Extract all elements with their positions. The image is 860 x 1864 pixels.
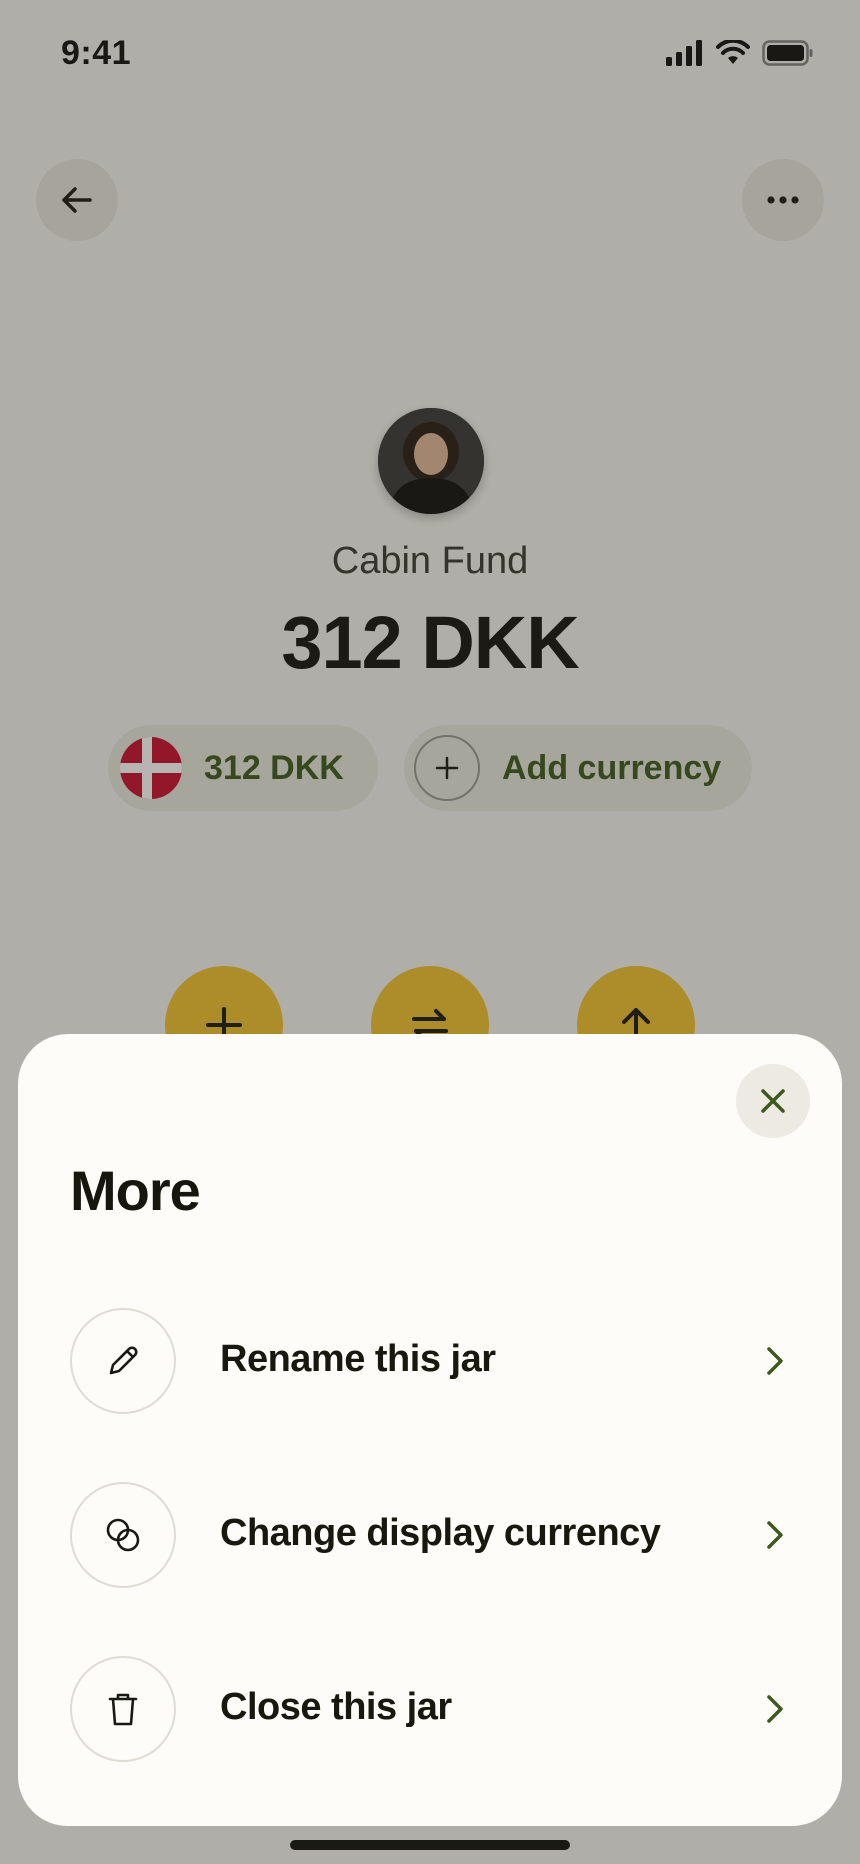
- currency-exchange-icon: [70, 1482, 176, 1588]
- more-options-sheet: More Rename this jar Change display curr…: [18, 1034, 842, 1826]
- close-icon: [761, 1089, 785, 1113]
- menu-item-label: Rename this jar: [220, 1338, 496, 1380]
- pencil-icon: [70, 1308, 176, 1414]
- home-indicator[interactable]: [290, 1840, 570, 1850]
- menu-item-rename-jar[interactable]: Rename this jar: [18, 1308, 842, 1416]
- chevron-right-icon: [767, 1695, 783, 1723]
- menu-item-change-display-currency[interactable]: Change display currency: [18, 1482, 842, 1590]
- menu-item-label: Close this jar: [220, 1686, 452, 1728]
- close-sheet-button[interactable]: [736, 1064, 810, 1138]
- sheet-title: More: [70, 1159, 201, 1222]
- chevron-right-icon: [767, 1347, 783, 1375]
- menu-item-label: Change display currency: [220, 1512, 661, 1554]
- menu-item-close-jar[interactable]: Close this jar: [18, 1656, 842, 1764]
- chevron-right-icon: [767, 1521, 783, 1549]
- trash-icon: [70, 1656, 176, 1762]
